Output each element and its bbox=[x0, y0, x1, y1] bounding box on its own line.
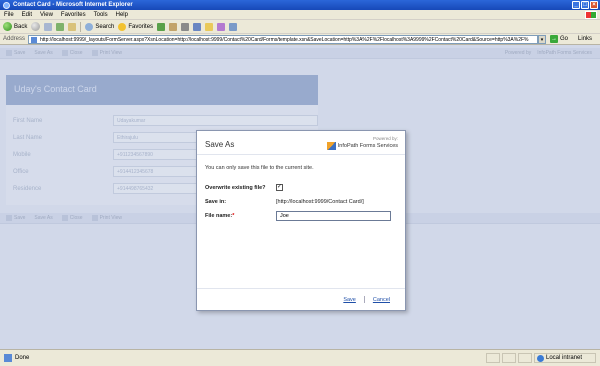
save-in-value: [http://localhost:9999/Contact Card/] bbox=[276, 198, 364, 205]
stop-icon[interactable] bbox=[44, 22, 53, 31]
save-button[interactable]: Save bbox=[343, 297, 356, 303]
powered-by-label: Powered by: bbox=[372, 136, 398, 141]
file-name-label: File name: bbox=[205, 212, 233, 219]
print-icon[interactable] bbox=[181, 22, 190, 31]
windows-flag-icon bbox=[585, 11, 597, 19]
cancel-button[interactable]: Cancel bbox=[373, 297, 390, 303]
menu-favorites[interactable]: Favorites bbox=[61, 12, 86, 18]
menu-help[interactable]: Help bbox=[116, 12, 128, 18]
back-button[interactable]: Back bbox=[3, 22, 27, 31]
address-url: http://localhost:9999/_layouts/FormServe… bbox=[40, 36, 529, 43]
status-bar: Done Local intranet bbox=[0, 349, 600, 366]
back-arrow-icon bbox=[3, 22, 12, 31]
messenger-icon[interactable] bbox=[217, 22, 226, 31]
back-label: Back bbox=[14, 23, 28, 30]
folder-icon[interactable] bbox=[205, 22, 214, 31]
powered-by-block: Powered by: InfoPath Forms Services bbox=[326, 136, 398, 150]
save-in-row: Save in: [http://localhost:9999/Contact … bbox=[205, 196, 397, 207]
save-in-label: Save in: bbox=[205, 198, 227, 205]
search-button[interactable]: Search bbox=[85, 22, 115, 31]
edit-icon[interactable] bbox=[193, 22, 202, 31]
search-label: Search bbox=[95, 23, 115, 30]
favorites-button[interactable]: Favorites bbox=[118, 22, 154, 31]
maximize-button[interactable]: □ bbox=[581, 1, 589, 9]
standard-toolbar: Back Search Favorites bbox=[0, 20, 600, 34]
favorites-star-icon bbox=[118, 22, 127, 31]
address-bar: Address http://localhost:9999/_layouts/F… bbox=[0, 34, 600, 45]
status-text: Done bbox=[15, 355, 30, 361]
dialog-message: You can only save this file to the curre… bbox=[205, 165, 314, 171]
go-button[interactable]: → Go bbox=[550, 35, 568, 43]
zone-label: Local intranet bbox=[546, 355, 583, 361]
menu-edit[interactable]: Edit bbox=[22, 12, 32, 18]
intranet-globe-icon bbox=[537, 354, 544, 362]
page-content: Save Save As Close Print View Powered by… bbox=[0, 45, 600, 349]
overwrite-row: Overwrite existing file? ✓ bbox=[205, 182, 397, 193]
links-button[interactable]: Links bbox=[578, 36, 592, 42]
go-label: Go bbox=[560, 36, 569, 42]
required-marker: * bbox=[232, 212, 235, 219]
history-icon[interactable] bbox=[157, 22, 166, 31]
menu-file[interactable]: File bbox=[4, 12, 14, 18]
security-zone: Local intranet bbox=[534, 353, 596, 363]
status-cells: Local intranet bbox=[486, 353, 596, 363]
file-name-input[interactable]: Joe bbox=[276, 210, 391, 221]
mail-icon[interactable] bbox=[169, 22, 178, 31]
forward-button[interactable] bbox=[31, 22, 41, 31]
file-name-row: File name:* Joe bbox=[205, 210, 397, 221]
status-cell bbox=[502, 353, 516, 363]
infopath-logo-icon bbox=[326, 142, 336, 150]
menu-tools[interactable]: Tools bbox=[94, 12, 108, 18]
forward-arrow-icon bbox=[31, 22, 41, 31]
window-title-bar: Contact Card - Microsoft Internet Explor… bbox=[0, 0, 600, 10]
footer-separator bbox=[363, 296, 365, 303]
dialog-footer: Save Cancel bbox=[197, 288, 405, 310]
overwrite-checkbox[interactable]: ✓ bbox=[276, 184, 283, 191]
minimize-button[interactable]: _ bbox=[572, 1, 580, 9]
page-done-icon bbox=[4, 354, 12, 362]
address-input[interactable]: http://localhost:9999/_layouts/FormServe… bbox=[28, 34, 539, 44]
menu-bar: File Edit View Favorites Tools Help bbox=[0, 10, 600, 20]
window-controls: _ □ × bbox=[572, 1, 598, 9]
toolbar-separator bbox=[80, 21, 82, 32]
file-name-label-wrap: File name:* bbox=[205, 213, 276, 219]
search-icon bbox=[85, 22, 94, 31]
infopath-brand: InfoPath Forms Services bbox=[326, 142, 398, 150]
save-as-dialog: Save As Powered by: InfoPath Forms Servi… bbox=[196, 130, 406, 311]
favorites-label: Favorites bbox=[128, 23, 154, 30]
go-arrow-icon: → bbox=[550, 35, 559, 43]
close-window-button[interactable]: × bbox=[590, 1, 598, 9]
page-icon bbox=[31, 36, 38, 43]
overwrite-label: Overwrite existing file? bbox=[205, 184, 266, 191]
refresh-icon[interactable] bbox=[56, 22, 65, 31]
menu-view[interactable]: View bbox=[40, 12, 53, 18]
research-icon[interactable] bbox=[229, 22, 238, 31]
dialog-header: Save As Powered by: InfoPath Forms Servi… bbox=[197, 131, 405, 155]
ie-logo-icon bbox=[3, 1, 10, 9]
address-label: Address bbox=[3, 36, 26, 42]
status-cell bbox=[518, 353, 532, 363]
dialog-body: You can only save this file to the curre… bbox=[197, 155, 405, 221]
home-icon[interactable] bbox=[68, 22, 77, 31]
dialog-title: Save As bbox=[205, 140, 235, 149]
address-dropdown-button[interactable]: ▾ bbox=[538, 34, 547, 44]
status-cell bbox=[486, 353, 500, 363]
infopath-brand-text: InfoPath Forms Services bbox=[337, 143, 398, 149]
window-title: Contact Card - Microsoft Internet Explor… bbox=[13, 2, 133, 8]
